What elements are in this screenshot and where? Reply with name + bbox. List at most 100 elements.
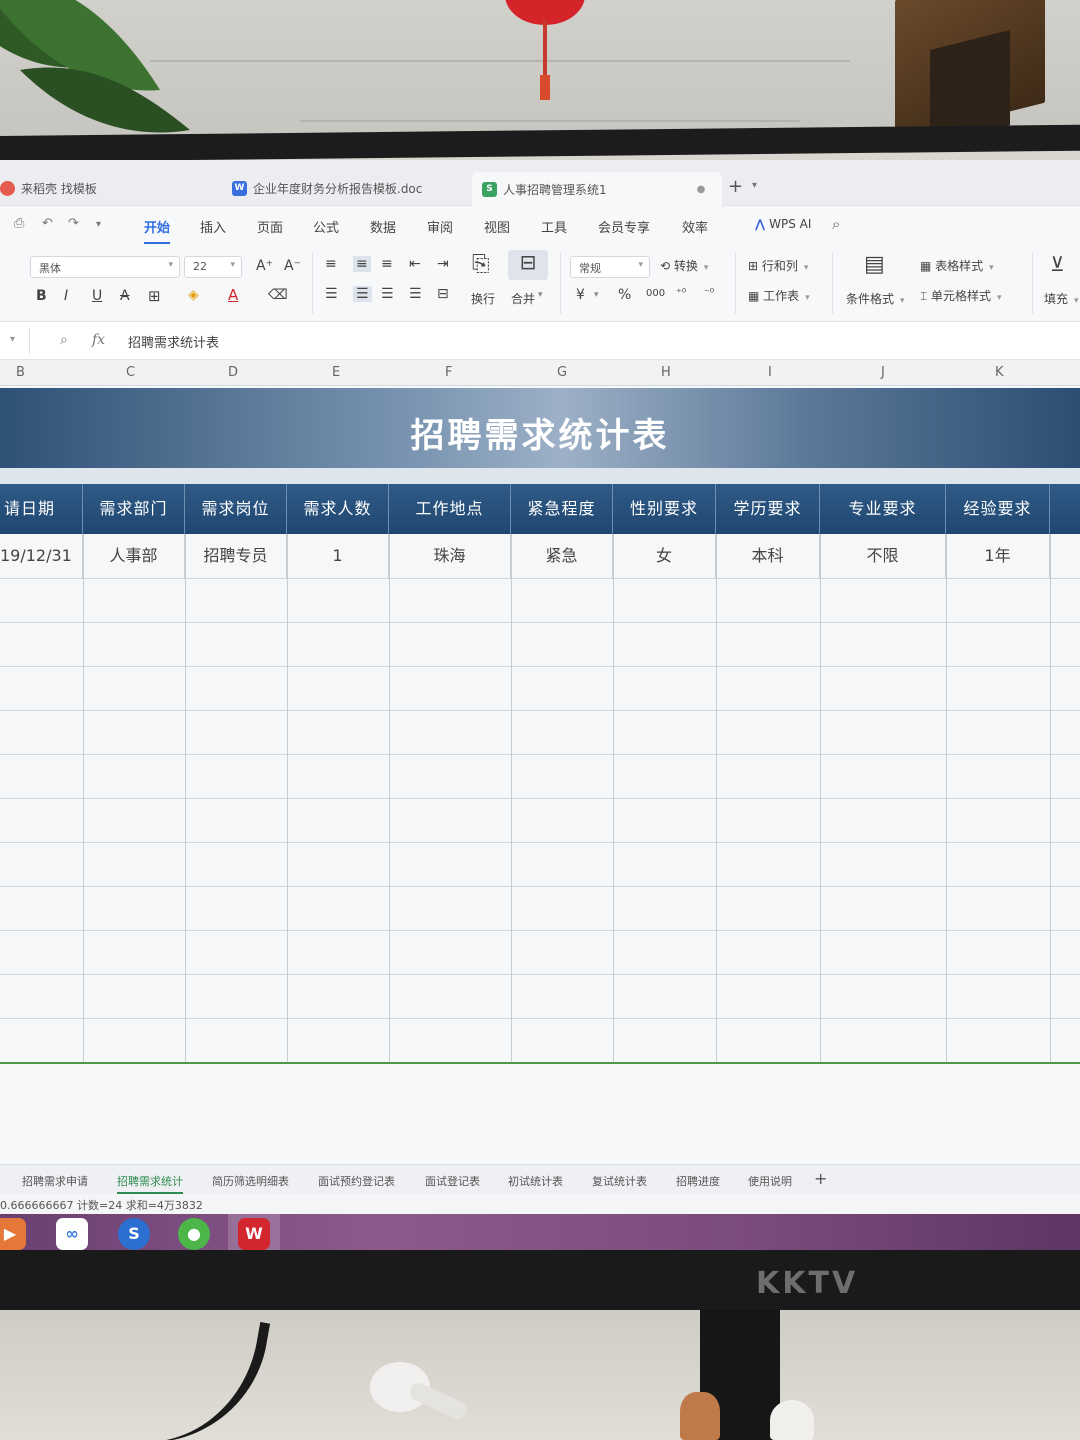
number-format-select[interactable]: 常规 ▾ [570,256,650,278]
tab-page[interactable]: 页面 [257,217,283,236]
merge-cells-button[interactable]: 合并 [511,290,535,307]
column-header[interactable]: C [126,365,135,380]
header-cell[interactable]: 需求人数 [287,484,389,534]
underline-button[interactable]: U [92,288,102,304]
fx-label[interactable]: fx [92,332,105,348]
tab-view[interactable]: 视图 [484,217,510,236]
percent-button[interactable]: % [618,287,631,303]
header-cell[interactable]: 需求岗位 [185,484,287,534]
table-cell[interactable]: 不限 [820,534,946,578]
sogou-input-icon[interactable]: S [118,1218,150,1250]
wrap-text-icon[interactable]: ⎘ [472,252,490,277]
wps-office-icon[interactable]: W [238,1218,270,1250]
media-player-icon[interactable]: ▶ [0,1218,26,1250]
wps-ai-button[interactable]: ⋀ WPS AI [755,217,811,231]
column-header[interactable]: H [661,365,671,380]
tab-insert[interactable]: 插入 [200,217,226,236]
strikethrough-button[interactable]: A [120,288,130,304]
border-icon[interactable]: ⊞ [148,287,161,305]
decrease-decimal-icon[interactable]: ⁻⁰ [704,286,714,299]
tab-review[interactable]: 审阅 [427,217,453,236]
cloud-app-icon[interactable]: ∞ [56,1218,88,1250]
align-right-icon[interactable]: ☰ [381,286,394,302]
align-center-icon[interactable]: ☰ [353,286,372,302]
table-cell[interactable]: 人事部 [83,534,185,578]
header-cell[interactable]: 性别要求 [613,484,716,534]
redo-icon[interactable]: ↷ [68,216,79,231]
sheet-tab[interactable]: 复试统计表 [592,1173,647,1189]
cell-style-button[interactable]: ⌶ 单元格样式 ▾ [920,287,1002,304]
align-middle-icon[interactable]: ≡ [353,256,371,272]
sheet-tab[interactable]: 使用说明 [748,1173,792,1189]
header-cell[interactable]: 工作地点 [389,484,511,534]
row-col-button[interactable]: ⊞ 行和列 ▾ [748,257,808,274]
sheet-tab[interactable]: 简历筛选明细表 [212,1173,289,1189]
table-cell[interactable]: 招聘专员 [185,534,287,578]
align-bottom-icon[interactable]: ≡ [381,256,393,272]
wrap-text-button[interactable]: 换行 [471,290,495,307]
name-box-dropdown[interactable]: ▾ [0,328,30,354]
align-left-icon[interactable]: ☰ [325,286,338,302]
fill-down-icon[interactable]: ⊻ [1050,252,1065,276]
distribute-icon[interactable]: ⊟ [437,286,449,302]
conditional-format-icon[interactable]: ▤ [864,252,885,277]
sheet-tab[interactable]: 招聘进度 [676,1173,720,1189]
font-color-icon[interactable]: A [228,286,238,304]
sheet-tab[interactable]: 招聘需求申请 [22,1173,88,1189]
justify-icon[interactable]: ☰ [409,286,422,302]
convert-button[interactable]: ⟲ 转换 ▾ [660,257,708,274]
new-tab-plus-icon[interactable]: + [728,176,743,197]
wechat-icon[interactable]: ● [178,1218,210,1250]
search-icon[interactable]: ⌕ [832,215,840,233]
conditional-format-button[interactable]: 条件格式 ▾ [846,290,905,307]
table-cell[interactable]: 紧急 [511,534,613,578]
font-size-select[interactable]: 22 ▾ [184,256,242,278]
chevron-down-icon[interactable]: ▾ [752,180,757,191]
header-cell[interactable]: 学历要求 [716,484,820,534]
align-top-icon[interactable]: ≡ [325,256,337,272]
currency-button[interactable]: ¥ [576,287,585,303]
doc-tab-active-sheet[interactable]: S 人事招聘管理系统1 ● [472,172,722,206]
clear-format-icon[interactable]: ⌫ [268,287,288,303]
header-cell[interactable]: 请日期 [0,484,83,534]
merge-cells-icon[interactable]: ⊟ [508,250,548,280]
tab-start[interactable]: 开始 [144,217,171,244]
header-cell[interactable]: 专业要求 [820,484,946,534]
column-header[interactable]: E [332,365,340,380]
table-cell[interactable]: 1 [287,534,389,578]
sheet-tab[interactable]: 面试预约登记表 [318,1173,395,1189]
tab-formula[interactable]: 公式 [313,217,339,236]
chevron-down-icon[interactable]: ▾ [96,219,101,230]
table-cell[interactable]: 女 [613,534,716,578]
indent-decrease-icon[interactable]: ⇤ [409,256,421,272]
decrease-font-icon[interactable]: A⁻ [284,258,301,274]
print-preview-icon[interactable]: ⎙ [14,216,24,231]
font-name-select[interactable]: 黑体 ▾ [30,256,180,278]
worksheet-button[interactable]: ▦ 工作表 ▾ [748,287,810,304]
zoom-magnifier-icon[interactable]: ⌕ [60,332,68,348]
header-cell[interactable]: 紧急程度 [511,484,613,534]
sheet-tab[interactable]: 初试统计表 [508,1173,563,1189]
doc-tab-word[interactable]: W 企业年度财务分析报告模板.doc [232,174,422,202]
thousands-button[interactable]: 000 [646,288,665,299]
tab-efficiency[interactable]: 效率 [682,217,708,236]
tab-member[interactable]: 会员专享 [598,217,650,236]
header-cell[interactable]: 需求部门 [83,484,185,534]
column-header[interactable]: B [16,365,25,380]
add-sheet-plus-icon[interactable]: + [814,1169,827,1188]
italic-button[interactable]: I [64,288,68,304]
column-header[interactable]: F [445,365,452,380]
fill-button[interactable]: 填充 ▾ [1044,290,1079,307]
table-cell[interactable]: 1年 [946,534,1050,578]
bold-button[interactable]: B [36,288,47,304]
column-header[interactable]: G [557,365,567,380]
column-header[interactable]: K [995,365,1004,380]
header-cell[interactable]: 经验要求 [946,484,1050,534]
table-cell[interactable]: 珠海 [389,534,511,578]
formula-input[interactable]: 招聘需求统计表 [128,332,219,351]
sheet-tab-active[interactable]: 招聘需求统计 [117,1173,183,1194]
column-header[interactable]: I [768,365,772,380]
indent-increase-icon[interactable]: ⇥ [437,256,449,272]
undo-icon[interactable]: ↶ [42,216,53,231]
column-header[interactable]: D [228,365,238,380]
